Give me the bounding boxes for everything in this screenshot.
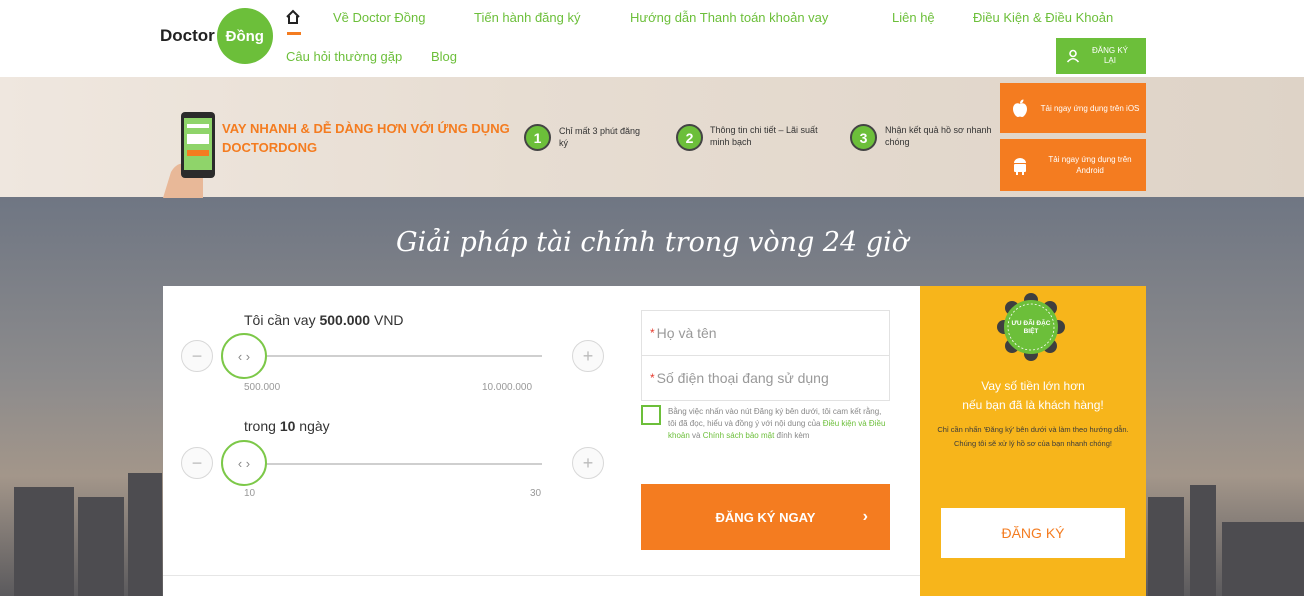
nav-about[interactable]: Về Doctor Đồng: [333, 10, 426, 25]
chevron-right-icon: ›: [862, 508, 868, 525]
page: Giải pháp tài chính trong vòng 24 giờ Do…: [0, 0, 1304, 596]
site-header: Doctor Đồng Về Doctor Đồng Tiến hành đăn…: [0, 0, 1304, 77]
building-silhouette: [128, 473, 162, 596]
nav-faq[interactable]: Câu hỏi thường gặp: [286, 49, 402, 64]
amount-unit: VND: [370, 312, 404, 328]
days-decrease-button[interactable]: −: [181, 447, 213, 479]
drag-arrows-icon: ‹ ›: [237, 348, 251, 364]
amount-min-label: 500.000: [244, 382, 281, 393]
promo-text-line2: Chúng tôi sẽ xử lý hồ sơ của bạn nhanh c…: [954, 439, 1112, 448]
promo-text-line1: Chỉ cần nhấn 'Đăng ký' bên dưới và làm t…: [937, 425, 1129, 434]
phone-placeholder: Số điện thoại đang sử dụng: [656, 370, 829, 386]
android-download-button[interactable]: Tải ngay ứng dụng trên Android: [1000, 139, 1146, 191]
amount-slider-handle[interactable]: ‹ ›: [221, 333, 267, 379]
agree-text: Bằng việc nhấn vào nút Đăng ký bên dưới,…: [668, 406, 890, 442]
step-2-badge: 2: [676, 124, 703, 151]
home-icon[interactable]: [285, 9, 301, 25]
apple-icon: [1013, 99, 1027, 117]
badge-label: ƯU ĐÃI ĐẶC BIỆT: [1011, 320, 1051, 335]
nav-contact[interactable]: Liên hệ: [892, 10, 935, 25]
logo-dong-circle: Đồng: [216, 8, 273, 64]
building-silhouette: [78, 497, 124, 596]
nav-register-process[interactable]: Tiến hành đăng ký: [474, 10, 580, 25]
name-input[interactable]: * Họ và tên: [641, 310, 890, 356]
privacy-link[interactable]: Chính sách bảo mật: [703, 431, 775, 440]
amount-label: Tôi cần vay 500.000 VND: [244, 312, 404, 328]
name-placeholder: Họ và tên: [656, 325, 717, 341]
amount-max-label: 10.000.000: [482, 382, 533, 393]
phone-input[interactable]: * Số điện thoại đang sử dụng: [641, 355, 890, 401]
ios-download-label: Tải ngay ứng dụng trên iOS: [1040, 103, 1140, 113]
register-now-button[interactable]: ĐĂNG KÝ NGAY ›: [641, 484, 890, 550]
home-active-indicator: [287, 32, 301, 35]
days-increase-button[interactable]: +: [572, 447, 604, 479]
hero-title: Giải pháp tài chính trong vòng 24 giờ: [396, 227, 908, 258]
agree-checkbox[interactable]: [641, 405, 661, 425]
days-slider-track[interactable]: [244, 463, 542, 465]
step-1-badge: 1: [524, 124, 551, 151]
amount-decrease-button[interactable]: −: [181, 340, 213, 372]
login-button-label: ĐĂNG KÝ LẠI: [1091, 46, 1128, 65]
card-divider: [163, 575, 920, 576]
amount-increase-button[interactable]: +: [572, 340, 604, 372]
building-silhouette: [1148, 497, 1184, 596]
days-slider-handle[interactable]: ‹ ›: [221, 440, 267, 486]
login-button[interactable]: ĐĂNG KÝ LẠI: [1056, 38, 1146, 74]
app-banner: VAY NHANH & DỄ DÀNG HƠN VỚI ỨNG DỤNG DOC…: [0, 77, 1304, 198]
nav-blog[interactable]: Blog: [431, 49, 457, 64]
promo-register-button[interactable]: ĐĂNG KÝ: [941, 508, 1125, 558]
days-max-label: 30: [530, 488, 542, 499]
promo-description: Chỉ cần nhấn 'Đăng ký' bên dưới và làm t…: [935, 424, 1131, 449]
required-asterisk-icon: *: [650, 371, 655, 385]
android-icon: [1014, 157, 1026, 175]
amount-prefix: Tôi cần vay: [244, 312, 320, 328]
days-suffix: ngày: [295, 418, 330, 434]
step-1-text: Chỉ mất 3 phút đăng ký: [559, 126, 641, 148]
building-silhouette: [1222, 522, 1304, 596]
android-download-label: Tải ngay ứng dụng trên Android: [1048, 155, 1132, 175]
nav-payment-guide[interactable]: Hướng dẫn Thanh toán khoản vay: [630, 10, 828, 25]
register-now-label: ĐĂNG KÝ NGAY: [715, 509, 816, 525]
building-silhouette: [14, 487, 74, 596]
step-2-text: Thông tin chi tiết – Lãi suất minh bạch: [710, 125, 818, 147]
agree-text-part: và: [689, 431, 703, 440]
drag-arrows-icon: ‹ ›: [237, 455, 251, 471]
logo-doctor-text: Doctor: [160, 26, 215, 45]
logo[interactable]: Doctor Đồng: [160, 8, 273, 64]
days-value: 10: [279, 418, 296, 434]
step-3-text: Nhận kết quả hồ sơ nhanh chóng: [885, 125, 992, 147]
banner-title: VAY NHANH & DỄ DÀNG HƠN VỚI ỨNG DỤNG DOC…: [222, 121, 510, 155]
phone-in-hand-icon: [163, 112, 215, 198]
nav-terms[interactable]: Điều Kiện & Điều Khoản: [973, 10, 1113, 25]
days-prefix: trong: [244, 418, 280, 434]
promo-title-line2: nếu bạn đã là khách hàng!: [962, 398, 1104, 412]
agree-text-part: đính kèm: [774, 431, 810, 440]
user-icon: [1066, 49, 1080, 63]
amount-slider-track[interactable]: [244, 355, 542, 357]
required-asterisk-icon: *: [650, 326, 655, 340]
amount-value: 500.000: [319, 312, 371, 328]
days-min-label: 10: [244, 488, 256, 499]
step-3-badge: 3: [850, 124, 877, 151]
ios-download-button[interactable]: Tải ngay ứng dụng trên iOS: [1000, 83, 1146, 133]
days-label: trong 10 ngày: [244, 418, 330, 434]
promo-title-line1: Vay số tiền lớn hơn: [981, 379, 1085, 393]
promo-title: Vay số tiền lớn hơn nếu bạn đã là khách …: [920, 377, 1146, 415]
building-silhouette: [1190, 485, 1216, 596]
